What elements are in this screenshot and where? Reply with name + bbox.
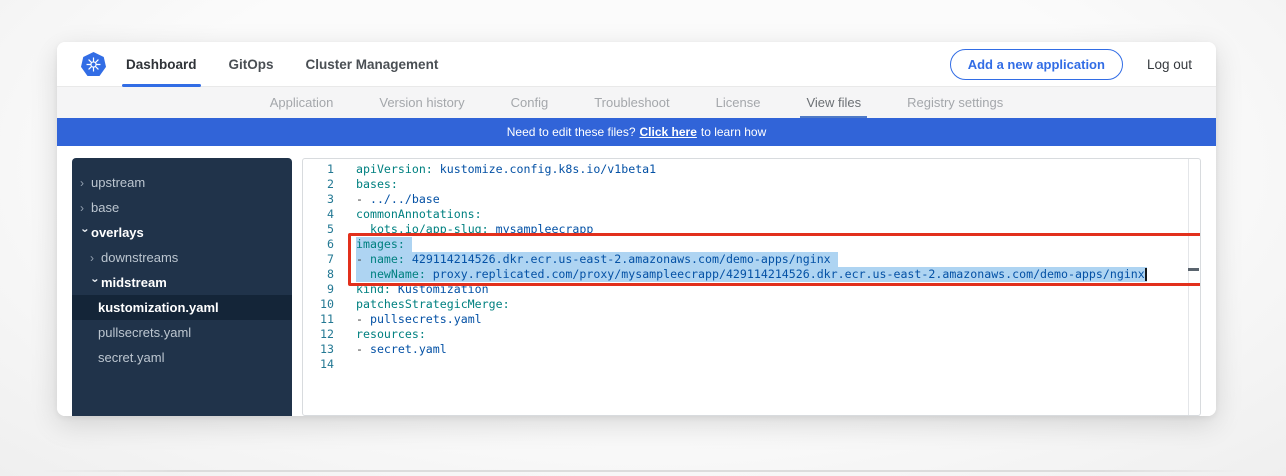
scroll-position-marker[interactable] — [1188, 268, 1199, 271]
code-line-text: - secret.yaml — [356, 342, 447, 357]
tree-item-label: overlays — [91, 225, 144, 240]
code-line-text: resources: — [356, 327, 426, 342]
chevron-down-icon: › — [80, 228, 92, 239]
line-number: 11 — [303, 312, 334, 327]
tree-item-label: upstream — [91, 175, 145, 190]
application-sub-navigation: Application Version history Config Troubles… — [57, 87, 1216, 118]
screen: Dashboard GitOps Cluster Management Add a … — [0, 0, 1286, 476]
line-number: 7 — [303, 252, 334, 267]
chevron-right-icon: › — [80, 177, 91, 189]
sub-tab-application[interactable]: Application — [270, 87, 334, 118]
banner-text-before: Need to edit these files? — [507, 125, 636, 139]
code-line-text: kind: Kustomization — [356, 282, 489, 297]
tree-item-secret-yaml[interactable]: secret.yaml — [72, 345, 292, 370]
sub-tab-version-history[interactable]: Version history — [379, 87, 464, 118]
code-line: 4 commonAnnotations: — [303, 207, 1200, 222]
top-navigation-bar: Dashboard GitOps Cluster Management Add a … — [57, 42, 1216, 87]
code-line: 13 - secret.yaml — [303, 342, 1200, 357]
code-line: 10 patchesStrategicMerge: — [303, 297, 1200, 312]
tree-item-upstream[interactable]: ›upstream — [72, 170, 292, 195]
tree-item-label: pullsecrets.yaml — [98, 325, 191, 340]
code-line: 7 - name: 429114214526.dkr.ecr.us-east-2.… — [303, 252, 1200, 267]
edit-files-info-banner: Need to edit these files? Click here to … — [57, 118, 1216, 146]
code-line: 3 - ../../base — [303, 192, 1200, 207]
code-line-text: commonAnnotations: — [356, 207, 482, 222]
code-line-text: kots.io/app-slug: mysampleecrapp — [356, 222, 593, 237]
admin-console-window: Dashboard GitOps Cluster Management Add a … — [57, 42, 1216, 416]
code-line-text: apiVersion: kustomize.config.k8s.io/v1be… — [356, 162, 656, 177]
line-number: 12 — [303, 327, 334, 342]
tree-item-label: midstream — [101, 275, 167, 290]
kubernetes-helm-wheel-icon — [81, 52, 106, 76]
banner-text-after: to learn how — [701, 125, 766, 139]
code-line-text: patchesStrategicMerge: — [356, 297, 510, 312]
tree-item-label: kustomization.yaml — [98, 300, 219, 315]
editor-overview-ruler — [1188, 159, 1189, 415]
line-number: 9 — [303, 282, 334, 297]
code-line: 9 kind: Kustomization — [303, 282, 1200, 297]
helm-wheel-glyph — [86, 57, 101, 72]
code-line-text: newName: proxy.replicated.com/proxy/mysa… — [356, 267, 1147, 282]
add-new-application-button[interactable]: Add a new application — [950, 49, 1123, 80]
tree-item-base[interactable]: ›base — [72, 195, 292, 220]
chevron-right-icon: › — [90, 252, 101, 264]
line-number: 2 — [303, 177, 334, 192]
code-line: 2 bases: — [303, 177, 1200, 192]
line-number: 5 — [303, 222, 334, 237]
nav-tab-dashboard[interactable]: Dashboard — [126, 42, 197, 87]
text-cursor — [1145, 268, 1147, 281]
code-line: 6 images: — [303, 237, 1200, 252]
line-number: 6 — [303, 237, 334, 252]
code-line: 1 apiVersion: kustomize.config.k8s.io/v1b… — [303, 162, 1200, 177]
sub-tab-troubleshoot[interactable]: Troubleshoot — [594, 87, 669, 118]
tree-item-midstream[interactable]: ›midstream — [72, 270, 292, 295]
sub-tab-view-files[interactable]: View files — [806, 87, 861, 118]
file-tree-sidebar: ›upstream›base›overlays›downstreams›mids… — [72, 158, 292, 416]
line-number: 14 — [303, 357, 334, 372]
tree-item-label: downstreams — [101, 250, 178, 265]
code-line: 11 - pullsecrets.yaml — [303, 312, 1200, 327]
code-line: 8 newName: proxy.replicated.com/proxy/my… — [303, 267, 1200, 282]
code-line-text: images: — [356, 237, 412, 252]
line-number: 4 — [303, 207, 334, 222]
tree-item-label: base — [91, 200, 119, 215]
line-number: 10 — [303, 297, 334, 312]
nav-tab-gitops[interactable]: GitOps — [229, 42, 274, 87]
tree-item-downstreams[interactable]: ›downstreams — [72, 245, 292, 270]
code-line: 12 resources: — [303, 327, 1200, 342]
nav-tab-cluster-management[interactable]: Cluster Management — [306, 42, 439, 87]
code-line: 14 — [303, 357, 1200, 372]
code-line-text: - ../../base — [356, 192, 440, 207]
code-lines-container: 1 apiVersion: kustomize.config.k8s.io/v1b… — [303, 162, 1200, 372]
sub-tab-config[interactable]: Config — [511, 87, 549, 118]
sub-tab-license[interactable]: License — [716, 87, 761, 118]
code-line-text: - name: 429114214526.dkr.ecr.us-east-2.a… — [356, 252, 838, 267]
tree-item-label: secret.yaml — [98, 350, 164, 365]
yaml-code-editor[interactable]: 1 apiVersion: kustomize.config.k8s.io/v1b… — [302, 158, 1201, 416]
view-files-content: ›upstream›base›overlays›downstreams›mids… — [57, 146, 1216, 416]
background-sheet-edge — [40, 470, 1246, 472]
click-here-link[interactable]: Click here — [640, 125, 697, 139]
sub-tab-registry-settings[interactable]: Registry settings — [907, 87, 1003, 118]
tree-item-overlays[interactable]: ›overlays — [72, 220, 292, 245]
topnav-right-actions: Add a new application Log out — [950, 49, 1192, 80]
chevron-right-icon: › — [80, 202, 91, 214]
code-line: 5 kots.io/app-slug: mysampleecrapp — [303, 222, 1200, 237]
logout-link[interactable]: Log out — [1147, 57, 1192, 72]
tree-item-pullsecrets-yaml[interactable]: pullsecrets.yaml — [72, 320, 292, 345]
line-number: 13 — [303, 342, 334, 357]
line-number: 8 — [303, 267, 334, 282]
line-number: 1 — [303, 162, 334, 177]
primary-nav-tabs: Dashboard GitOps Cluster Management — [126, 42, 438, 87]
code-line-text: bases: — [356, 177, 398, 192]
line-number: 3 — [303, 192, 334, 207]
code-line-text: - pullsecrets.yaml — [356, 312, 482, 327]
tree-item-kustomization-yaml[interactable]: kustomization.yaml — [72, 295, 292, 320]
chevron-down-icon: › — [90, 278, 102, 289]
